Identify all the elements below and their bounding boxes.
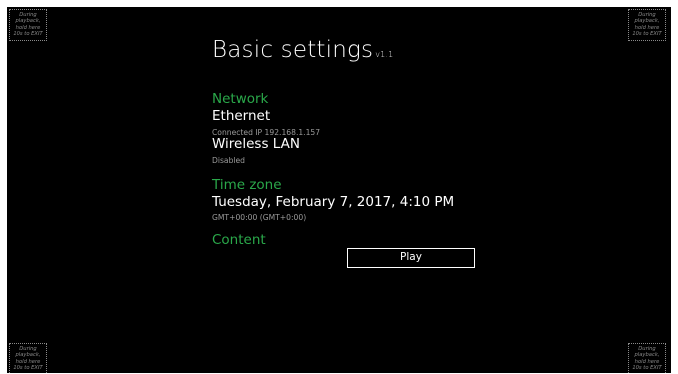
exit-hotspot-bottom-left[interactable]: During playback, hold here 10s to EXIT bbox=[9, 343, 47, 373]
exit-hint-line: playback, bbox=[15, 352, 41, 359]
current-datetime[interactable]: Tuesday, February 7, 2017, 4:10 PM bbox=[212, 194, 454, 210]
exit-hint-line: playback, bbox=[15, 18, 41, 25]
play-button[interactable]: Play bbox=[347, 248, 475, 268]
content-heading: Content bbox=[212, 232, 266, 248]
page-title-text: Basic settings bbox=[212, 37, 374, 63]
exit-hotspot-top-left[interactable]: During playback, hold here 10s to EXIT bbox=[9, 9, 47, 41]
exit-hint-line: 10s to EXIT bbox=[13, 365, 43, 372]
exit-hint-line: playback, bbox=[634, 352, 660, 359]
version-label: v1.1 bbox=[375, 50, 394, 59]
network-heading: Network bbox=[212, 91, 269, 107]
timezone-heading: Time zone bbox=[212, 177, 282, 193]
page-title: Basic settings v1.1 bbox=[212, 37, 393, 63]
exit-hint-line: playback, bbox=[634, 18, 660, 25]
exit-hint-line: 10s to EXIT bbox=[632, 31, 662, 38]
wireless-lan-label[interactable]: Wireless LAN bbox=[212, 136, 300, 152]
exit-hint-line: 10s to EXIT bbox=[13, 31, 43, 38]
ethernet-label[interactable]: Ethernet bbox=[212, 108, 270, 124]
exit-hotspot-top-right[interactable]: During playback, hold here 10s to EXIT bbox=[628, 9, 666, 41]
exit-hint-line: 10s to EXIT bbox=[632, 365, 662, 372]
exit-hotspot-bottom-right[interactable]: During playback, hold here 10s to EXIT bbox=[628, 343, 666, 373]
wireless-lan-status: Disabled bbox=[212, 156, 245, 165]
settings-screen: During playback, hold here 10s to EXIT D… bbox=[7, 7, 671, 373]
timezone-offset: GMT+00:00 (GMT+0:00) bbox=[212, 213, 307, 222]
